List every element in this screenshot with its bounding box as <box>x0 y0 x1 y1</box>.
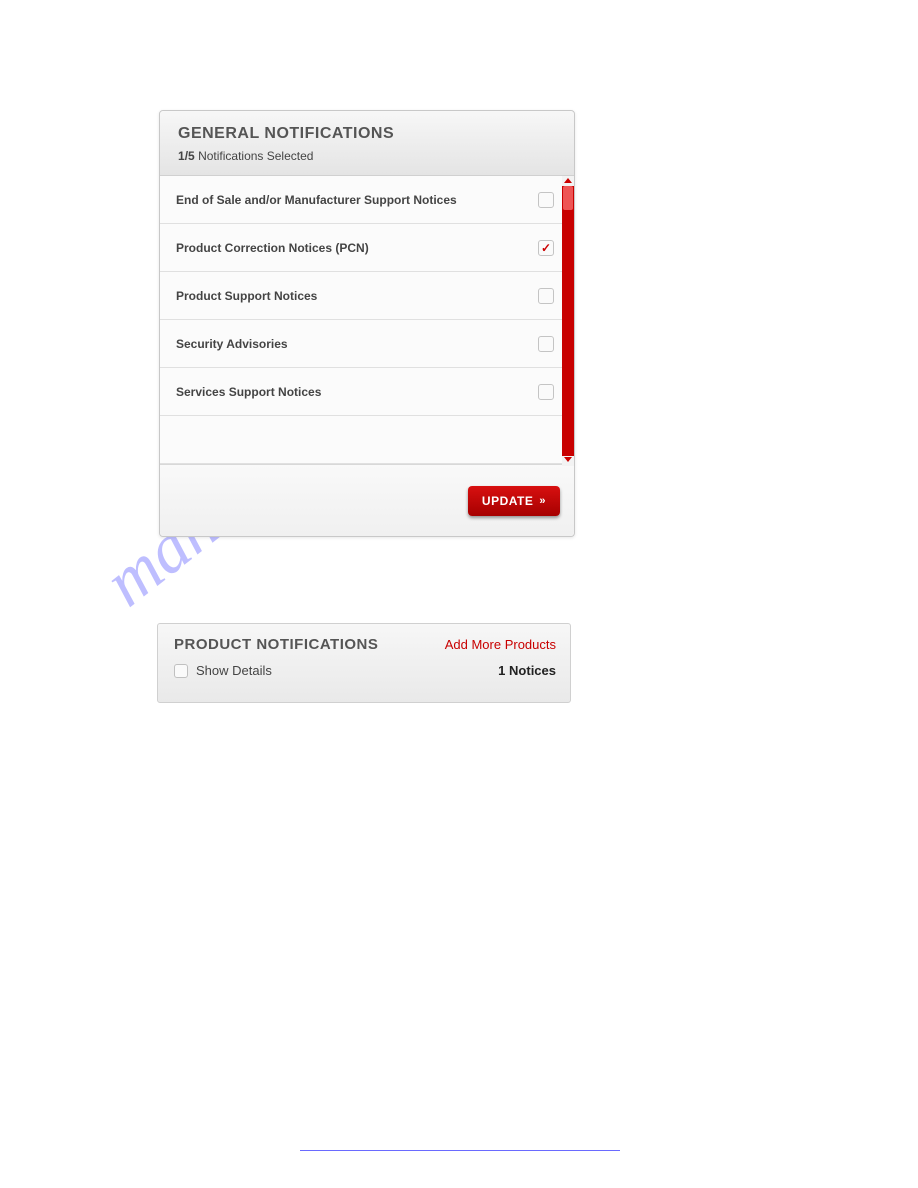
product-bottom-row: Show Details 1 Notices <box>174 663 556 678</box>
scroll-down-icon[interactable] <box>564 457 572 462</box>
general-counter: 1/5 Notifications Selected <box>178 149 556 163</box>
notices-number: 1 <box>498 663 505 678</box>
scroll-track[interactable] <box>562 186 574 456</box>
checkbox[interactable] <box>538 240 554 256</box>
counter-suffix: Notifications Selected <box>198 149 313 163</box>
checkbox[interactable] <box>538 288 554 304</box>
notices-count: 1 Notices <box>498 663 556 678</box>
counter-total: 5 <box>188 149 195 163</box>
item-label: Product Correction Notices (PCN) <box>176 241 369 255</box>
show-details-checkbox[interactable] <box>174 664 188 678</box>
update-button[interactable]: UPDATE » <box>468 486 560 516</box>
scroll-thumb[interactable] <box>563 186 573 210</box>
list-item[interactable]: End of Sale and/or Manufacturer Support … <box>160 176 574 224</box>
checkbox[interactable] <box>538 336 554 352</box>
scrollbar[interactable] <box>562 176 574 466</box>
general-list-wrap: End of Sale and/or Manufacturer Support … <box>160 176 574 464</box>
empty-row <box>160 416 574 464</box>
item-label: Services Support Notices <box>176 385 321 399</box>
checkbox[interactable] <box>538 192 554 208</box>
counter-selected: 1 <box>178 149 185 163</box>
list-item[interactable]: Product Correction Notices (PCN) <box>160 224 574 272</box>
update-label: UPDATE <box>482 494 533 508</box>
general-footer: UPDATE » <box>160 464 574 536</box>
product-header-row: PRODUCT NOTIFICATIONS Add More Products <box>174 636 556 653</box>
checkbox[interactable] <box>538 384 554 400</box>
general-notifications-panel: GENERAL NOTIFICATIONS 1/5 Notifications … <box>159 110 575 537</box>
general-header: GENERAL NOTIFICATIONS 1/5 Notifications … <box>160 111 574 176</box>
footer-divider <box>300 1150 620 1151</box>
general-list: End of Sale and/or Manufacturer Support … <box>160 176 574 464</box>
item-label: Security Advisories <box>176 337 288 351</box>
add-more-products-link[interactable]: Add More Products <box>445 637 556 652</box>
scroll-up-icon[interactable] <box>564 178 572 183</box>
list-item[interactable]: Services Support Notices <box>160 368 574 416</box>
general-title: GENERAL NOTIFICATIONS <box>178 125 556 143</box>
item-label: Product Support Notices <box>176 289 317 303</box>
product-title: PRODUCT NOTIFICATIONS <box>174 636 378 653</box>
item-label: End of Sale and/or Manufacturer Support … <box>176 193 457 207</box>
chevron-right-icon: » <box>539 495 546 507</box>
list-item[interactable]: Security Advisories <box>160 320 574 368</box>
list-item[interactable]: Product Support Notices <box>160 272 574 320</box>
show-details[interactable]: Show Details <box>174 663 272 678</box>
product-notifications-panel: PRODUCT NOTIFICATIONS Add More Products … <box>157 623 571 703</box>
notices-label: Notices <box>509 663 556 678</box>
show-details-label: Show Details <box>196 663 272 678</box>
